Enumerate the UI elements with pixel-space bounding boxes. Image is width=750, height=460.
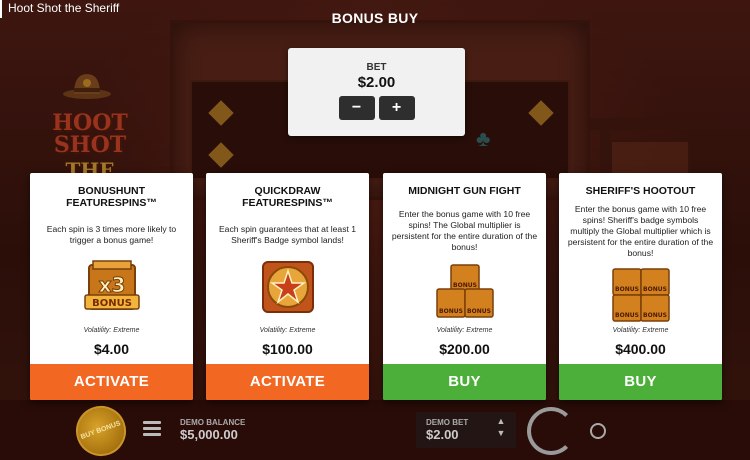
bonus-card-bonushunt: BONUSHUNT FEATURESPINS™ Each spin is 3 t… [30, 173, 193, 400]
card-volatility: Volatility: Extreme [436, 327, 493, 334]
bet-increase-button[interactable]: + [378, 96, 415, 120]
icon-bonus-text: BONUS [615, 286, 639, 293]
icon-bonus-text: BONUS [643, 312, 667, 319]
buy-button[interactable]: BUY [383, 364, 546, 400]
card-title: BONUSHUNT FEATURESPINS™ [66, 185, 157, 209]
card-volatility: Volatility: Extreme [83, 327, 140, 334]
bet-label: BET [366, 62, 387, 73]
card-volatility: Volatility: Extreme [612, 327, 669, 334]
buy-button[interactable]: BUY [559, 364, 722, 400]
icon-bonus-text: BONUS [92, 298, 132, 309]
icon-multiplier-text: x3 [98, 273, 125, 297]
card-volatility: Volatility: Extreme [259, 327, 316, 334]
card-description: Each spin guarantees that at least 1 She… [218, 224, 357, 245]
demo-bet-value: $2.00 [426, 427, 459, 442]
card-description: Each spin is 3 times more likely to trig… [46, 224, 177, 245]
activate-button[interactable]: ACTIVATE [30, 364, 193, 400]
demo-balance-label: DEMO BALANCE [180, 418, 246, 427]
sheriff-badge-icon [261, 261, 314, 313]
menu-icon[interactable] [143, 421, 161, 437]
bet-stepper-icon[interactable]: ▲ ▼ [494, 415, 508, 445]
icon-bonus-text: BONUS [615, 312, 639, 319]
x3-bonus-icon: x3 BONUS [83, 260, 140, 310]
bonus-card-quickdraw: QUICKDRAW FEATURESPINS™ Each spin guaran… [206, 173, 369, 400]
card-price: $400.00 [615, 341, 666, 357]
bonus-stack-icon: BONUS BONUS BONUS [435, 264, 494, 318]
spin-button[interactable] [527, 407, 575, 455]
bonus-stack-icon: BONUS BONUS BONUS BONUS [611, 268, 670, 322]
card-price: $100.00 [262, 341, 313, 357]
icon-bonus-text: BONUS [643, 286, 667, 293]
card-title: MIDNIGHT GUN FIGHT [408, 185, 521, 197]
bet-selector: BET $2.00 − + [288, 48, 465, 136]
bonus-card-sheriffs-hootout: SHERIFF'S HOOTOUT Enter the bonus game w… [559, 173, 722, 400]
card-title: SHERIFF'S HOOTOUT [585, 185, 696, 197]
demo-bet-label: DEMO BET [426, 418, 469, 427]
card-price: $200.00 [439, 341, 490, 357]
autoplay-icon[interactable] [590, 423, 606, 439]
card-title: QUICKDRAW FEATURESPINS™ [242, 185, 333, 209]
card-price: $4.00 [93, 341, 130, 357]
icon-bonus-text: BONUS [439, 308, 463, 315]
bet-value: $2.00 [357, 74, 396, 91]
bet-decrease-button[interactable]: − [338, 96, 375, 120]
activate-button[interactable]: ACTIVATE [206, 364, 369, 400]
bonus-card-midnight-gun-fight: MIDNIGHT GUN FIGHT Enter the bonus game … [383, 173, 546, 400]
card-description: Enter the bonus game with 10 free spins!… [391, 209, 538, 252]
card-description: Enter the bonus game with 10 free spins!… [567, 204, 714, 258]
icon-bonus-text: BONUS [467, 308, 491, 315]
demo-balance-value: $5,000.00 [180, 427, 238, 442]
icon-bonus-text: BONUS [453, 282, 477, 289]
modal-title: BONUS BUY [331, 10, 419, 26]
